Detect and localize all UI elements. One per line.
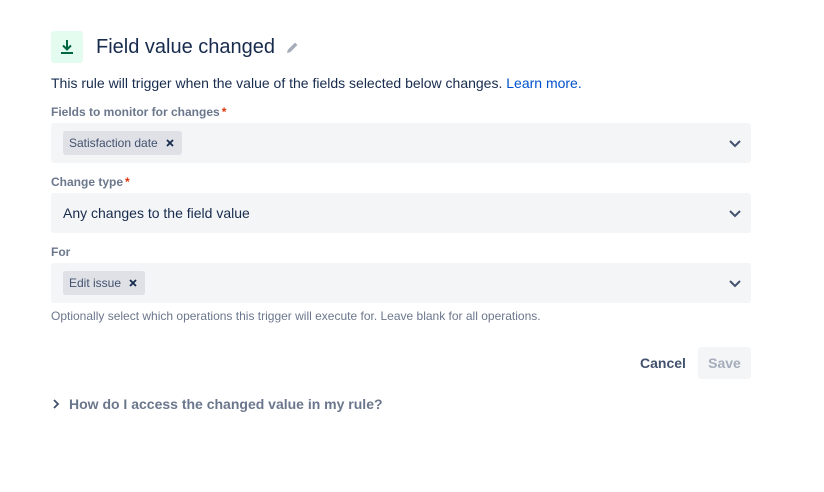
expander-label: How do I access the changed value in my … bbox=[69, 396, 383, 412]
fields-monitor-label: Fields to monitor for changes * bbox=[51, 105, 226, 119]
tag-label: Edit issue bbox=[69, 276, 122, 290]
changed-value-help-expander[interactable]: How do I access the changed value in my … bbox=[52, 396, 383, 412]
required-marker: * bbox=[125, 175, 130, 189]
for-label-text: For bbox=[51, 245, 71, 259]
change-type-label-text: Change type bbox=[51, 175, 124, 189]
remove-tag-icon[interactable] bbox=[166, 139, 174, 147]
tag-label: Satisfaction date bbox=[69, 136, 158, 150]
for-select[interactable]: Edit issue bbox=[51, 263, 751, 303]
required-marker: * bbox=[221, 105, 227, 119]
save-button[interactable]: Save bbox=[698, 347, 751, 379]
learn-more-link[interactable]: Learn more. bbox=[506, 75, 581, 91]
field-tag-satisfaction-date: Satisfaction date bbox=[63, 131, 182, 155]
trigger-header: Field value changed bbox=[51, 31, 299, 63]
chevron-down-icon[interactable] bbox=[727, 205, 743, 226]
change-type-value: Any changes to the field value bbox=[63, 205, 250, 221]
rule-description: This rule will trigger when the value of… bbox=[51, 75, 582, 91]
page-title: Field value changed bbox=[96, 35, 276, 58]
cancel-button[interactable]: Cancel bbox=[632, 347, 694, 379]
pencil-icon[interactable] bbox=[286, 41, 299, 54]
download-arrow-icon bbox=[51, 31, 83, 63]
fields-monitor-select[interactable]: Satisfaction date bbox=[51, 123, 751, 163]
operation-tag-edit-issue: Edit issue bbox=[63, 271, 146, 295]
chevron-down-icon[interactable] bbox=[727, 135, 743, 156]
description-text: This rule will trigger when the value of… bbox=[51, 75, 503, 91]
chevron-right-icon bbox=[53, 399, 60, 409]
for-helper-text: Optionally select which operations this … bbox=[51, 309, 541, 323]
fields-monitor-label-text: Fields to monitor for changes bbox=[51, 105, 220, 119]
for-label: For bbox=[51, 245, 70, 259]
remove-tag-icon[interactable] bbox=[129, 279, 137, 287]
chevron-down-icon[interactable] bbox=[727, 275, 743, 296]
change-type-select[interactable]: Any changes to the field value bbox=[51, 193, 751, 233]
change-type-label: Change type * bbox=[51, 175, 130, 189]
